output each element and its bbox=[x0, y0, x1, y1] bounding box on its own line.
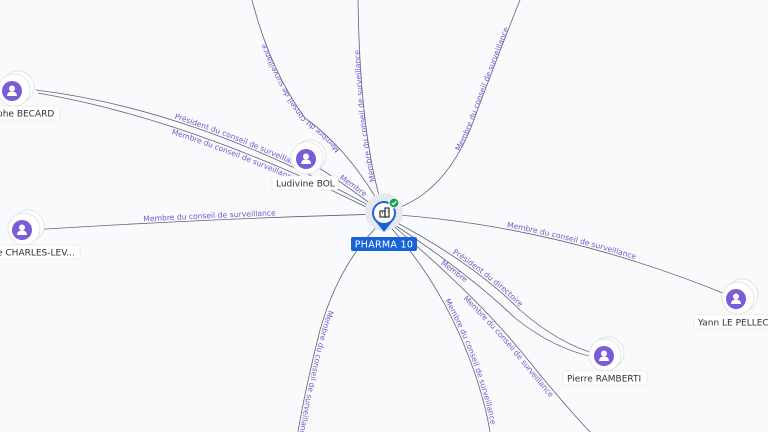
person-node-ramberti[interactable] bbox=[588, 336, 625, 372]
svg-text:Ludivine BOL: Ludivine BOL bbox=[276, 180, 335, 190]
relationship-graph: Membre du conseil de surveillance Membre… bbox=[0, 0, 768, 432]
edge-label-bol: Membre bbox=[338, 173, 369, 199]
edge-pellec bbox=[383, 213, 736, 299]
svg-text:PHARMA 10: PHARMA 10 bbox=[355, 240, 413, 251]
edge-label-charles: Membre du conseil de surveillance bbox=[143, 208, 276, 223]
check-badge-icon bbox=[388, 197, 400, 209]
edge-label-pellec: Membre du conseil de surveillance bbox=[506, 220, 637, 261]
edge-label-top-right: Membre du conseil de surveillance bbox=[453, 25, 510, 152]
edge-bottom-center bbox=[383, 219, 491, 432]
svg-text:Pierre RAMBERTI: Pierre RAMBERTI bbox=[567, 375, 641, 385]
edge-label-top-left: Membre du conseil de surveillance bbox=[259, 42, 342, 154]
edge-label-top-center: Membre du conseil de surveillance bbox=[353, 50, 378, 183]
company-label[interactable]: PHARMA 10 bbox=[351, 237, 417, 251]
edge-becard-1 bbox=[35, 89, 385, 215]
person-node-charles[interactable] bbox=[7, 209, 45, 246]
svg-text:phe BECARD: phe BECARD bbox=[0, 110, 54, 120]
edge-becard-2 bbox=[37, 92, 385, 217]
svg-text:Yann LE PELLEC: Yann LE PELLEC bbox=[697, 319, 768, 329]
person-name-ramberti: Pierre RAMBERTI bbox=[562, 370, 648, 386]
edge-top-right bbox=[383, 0, 521, 213]
person-name-pellec: Yann LE PELLEC bbox=[693, 314, 768, 330]
person-node-pellec[interactable] bbox=[721, 278, 759, 315]
svg-text:e CHARLES-LEV...: e CHARLES-LEV... bbox=[0, 249, 75, 259]
person-node-becard[interactable] bbox=[0, 70, 35, 107]
company-node[interactable] bbox=[365, 193, 403, 232]
edge-label-bottom-right: Membre du conseil de surveillance bbox=[462, 294, 556, 399]
person-name-becard: phe BECARD bbox=[0, 105, 61, 121]
person-name-charles: e CHARLES-LEV... bbox=[0, 244, 81, 260]
person-name-bol: Ludivine BOL bbox=[271, 175, 339, 191]
